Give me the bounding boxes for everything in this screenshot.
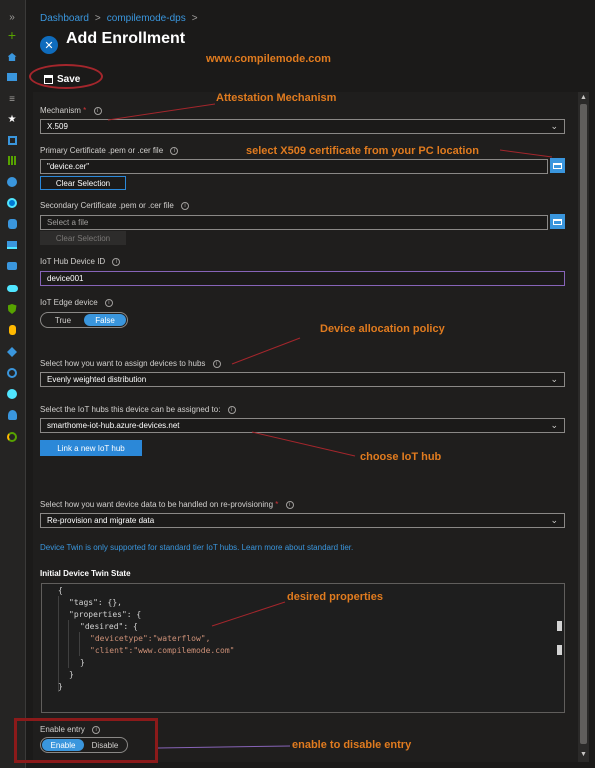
annotation-line-attestation [107, 103, 216, 121]
annotation-lines [107, 103, 553, 749]
annotation-line-certificate [499, 149, 553, 158]
annotation-line-allocation [231, 337, 301, 365]
annotation-line-hub [251, 431, 356, 457]
annotation-attestation: Attestation Mechanism [216, 92, 337, 104]
annotation-select-cert: select X509 certificate from your PC loc… [246, 145, 479, 157]
annotation-desired: desired properties [287, 591, 383, 603]
annotation-line-desired [211, 601, 286, 627]
annotation-line-enable [157, 745, 291, 749]
annotation-allocation: Device allocation policy [320, 323, 445, 335]
annotation-choose-hub: choose IoT hub [360, 451, 442, 463]
annotation-site: www.compilemode.com [206, 53, 331, 65]
annotation-enable-entry: enable to disable entry [292, 739, 412, 751]
